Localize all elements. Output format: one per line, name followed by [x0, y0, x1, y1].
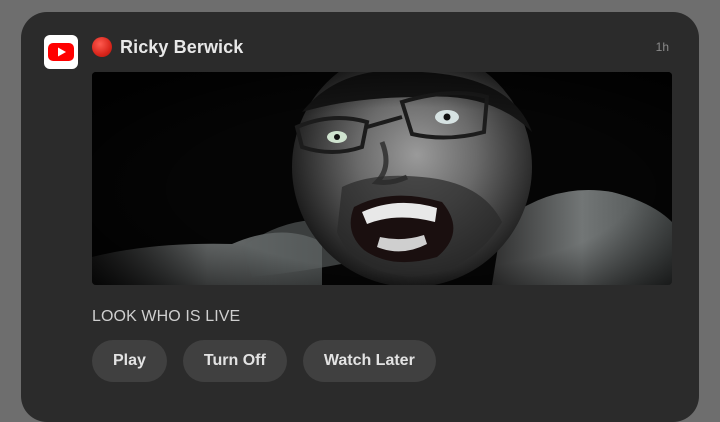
watch-later-button[interactable]: Watch Later	[302, 340, 436, 382]
notification-card[interactable]: Ricky Berwick 1h LOOK WHO IS LIVE Play T…	[21, 12, 699, 422]
notification-header: Ricky Berwick	[92, 35, 243, 59]
notification-actions: Play Turn Off Watch Later	[92, 340, 436, 382]
video-thumbnail[interactable]	[92, 72, 672, 285]
play-button[interactable]: Play	[92, 340, 167, 382]
notification-message: LOOK WHO IS LIVE	[92, 308, 241, 325]
turn-off-button[interactable]: Turn Off	[182, 340, 287, 382]
youtube-icon	[44, 35, 78, 69]
timestamp: 1h	[655, 40, 669, 54]
red-circle-icon	[92, 37, 112, 57]
sender-name: Ricky Berwick	[120, 36, 244, 57]
